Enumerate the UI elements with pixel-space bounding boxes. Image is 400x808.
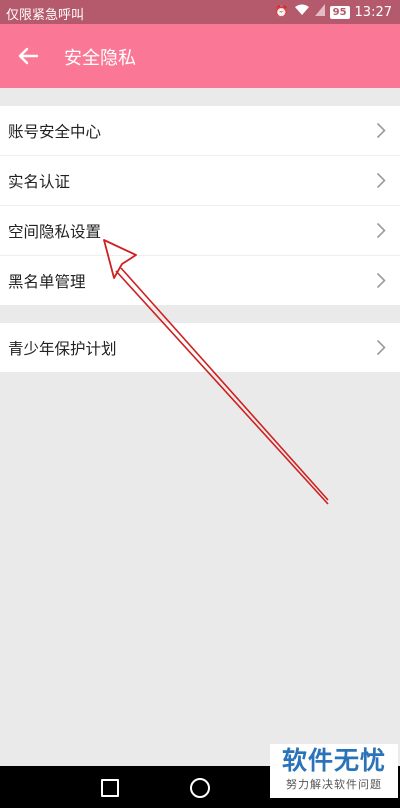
battery-icon: 95 <box>329 5 350 19</box>
menu-item-label: 黑名单管理 <box>8 272 86 291</box>
chevron-right-icon <box>376 172 386 189</box>
chevron-right-icon <box>376 222 386 239</box>
alarm-icon: ⏰ <box>274 5 289 18</box>
menu-item-real-name[interactable]: 实名认证 <box>0 156 400 206</box>
menu-item-label: 账号安全中心 <box>8 122 102 141</box>
menu-item-youth-protection[interactable]: 青少年保护计划 <box>0 323 400 372</box>
chevron-right-icon <box>376 272 386 289</box>
menu-item-label: 实名认证 <box>8 172 71 191</box>
status-bar: 仅限紧急呼叫 ⏰ 95 13:27 <box>0 0 400 24</box>
home-icon[interactable] <box>190 778 210 798</box>
page-title: 安全隐私 <box>64 48 136 69</box>
watermark-logo: 软件无忧 努力解决软件问题 <box>270 744 398 798</box>
watermark-main: 软件无忧 <box>281 746 386 775</box>
app-bar: 安全隐私 <box>0 24 400 88</box>
arrow-left-icon <box>18 47 38 65</box>
wifi-icon <box>294 3 310 21</box>
menu-item-blacklist[interactable]: 黑名单管理 <box>0 256 400 305</box>
chevron-right-icon <box>376 122 386 139</box>
status-icons: ⏰ 95 13:27 <box>275 3 392 21</box>
menu-item-label: 空间隐私设置 <box>8 222 102 241</box>
menu-item-label: 青少年保护计划 <box>8 339 117 358</box>
chevron-right-icon <box>376 339 386 356</box>
watermark-sub: 努力解决软件问题 <box>286 778 382 791</box>
back-button[interactable] <box>10 38 46 74</box>
menu-group-youth: 青少年保护计划 <box>0 323 400 372</box>
menu-item-space-privacy[interactable]: 空间隐私设置 <box>0 206 400 256</box>
recent-apps-icon[interactable] <box>101 779 119 797</box>
time-text: 13:27 <box>354 4 392 20</box>
menu-group-account: 账号安全中心 实名认证 空间隐私设置 黑名单管理 <box>0 106 400 305</box>
signal-icon <box>314 3 325 21</box>
carrier-text: 仅限紧急呼叫 <box>6 8 85 23</box>
menu-item-account-security[interactable]: 账号安全中心 <box>0 106 400 156</box>
